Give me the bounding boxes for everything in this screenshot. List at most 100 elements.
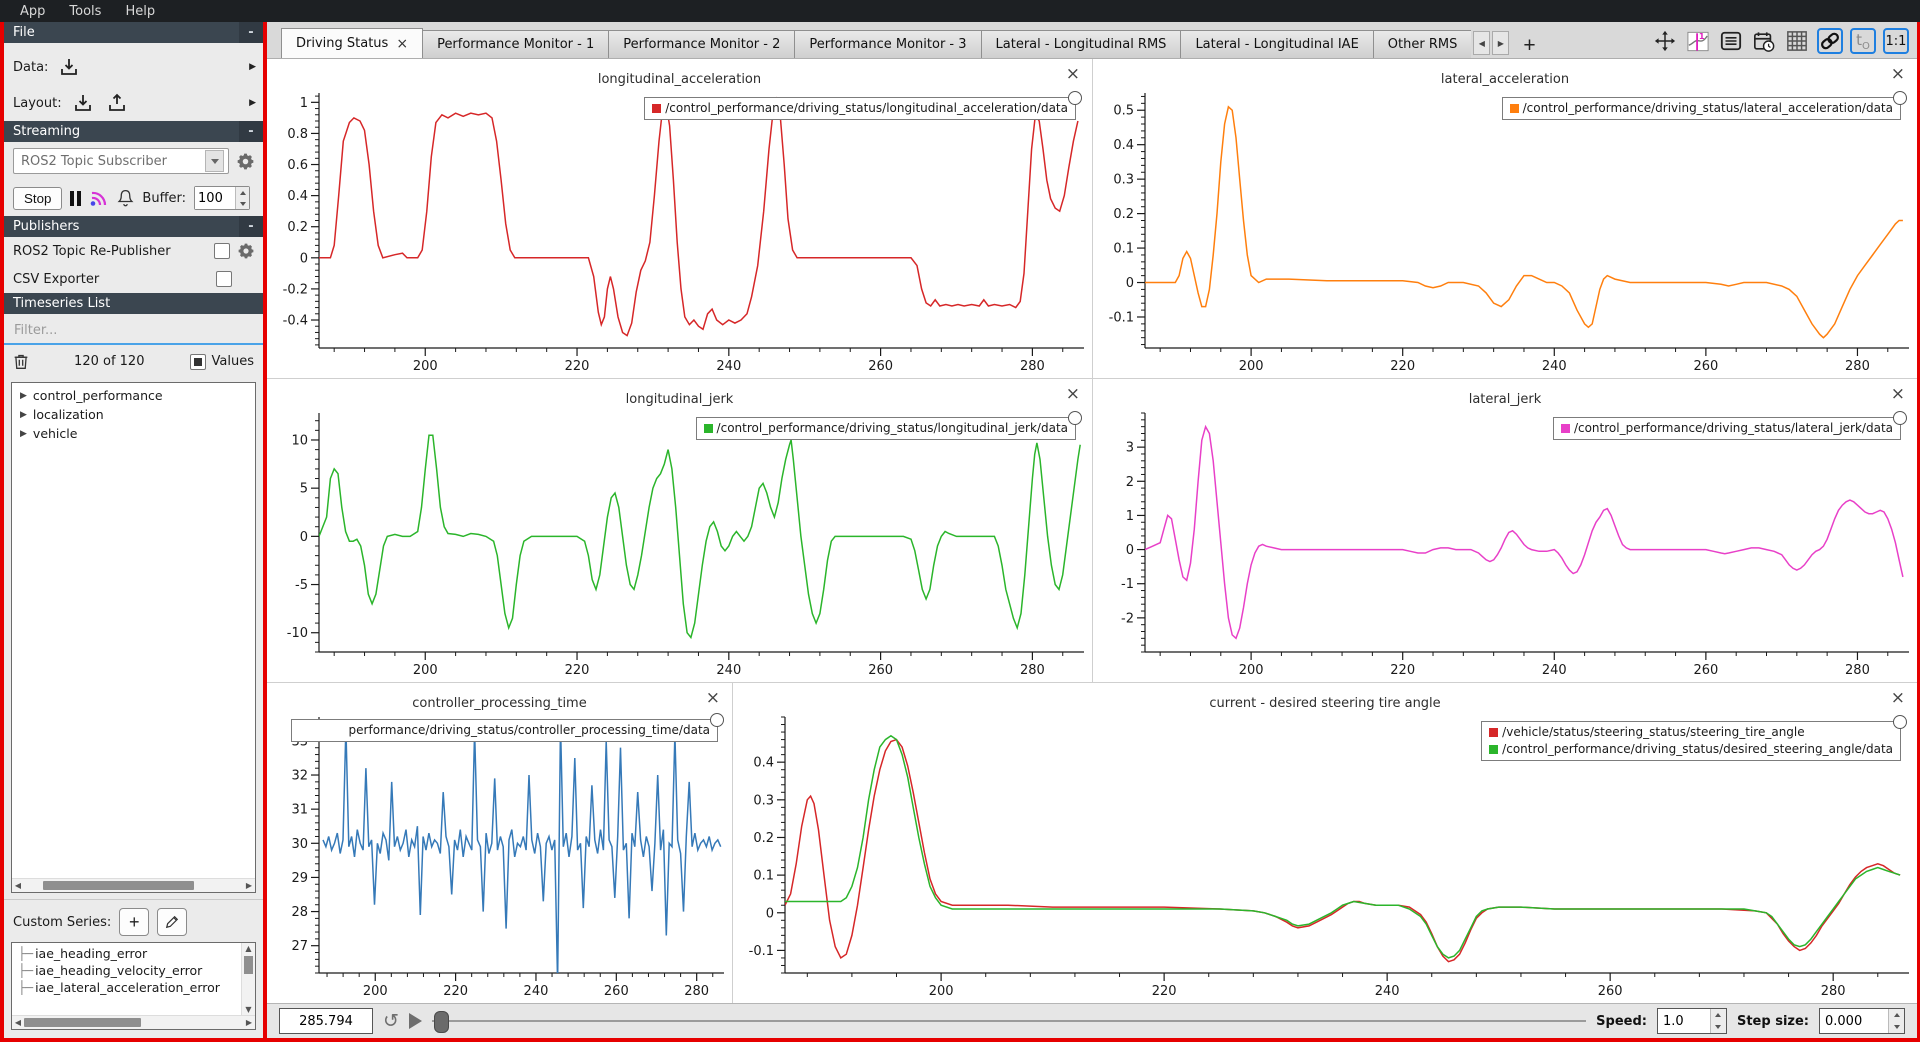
- republisher-gear-icon[interactable]: [238, 243, 254, 259]
- plot-close-icon[interactable]: ×: [1891, 387, 1905, 401]
- move-view-button[interactable]: [1652, 28, 1678, 54]
- tree-expand-icon[interactable]: ▶: [20, 429, 27, 439]
- tab-scroll-right-button[interactable]: ▶: [1492, 31, 1509, 55]
- buffer-spin-down[interactable]: [236, 198, 249, 209]
- tree-hscroll-thumb[interactable]: [43, 881, 194, 890]
- chart-canvas[interactable]: 2002202402602800.50.40.30.20.10-0.1: [1093, 87, 1917, 378]
- datetime-button[interactable]: [1751, 28, 1777, 54]
- plot-legend[interactable]: /control_performance/driving_status/late…: [1502, 97, 1901, 120]
- tab-scroll-left-button[interactable]: ◀: [1473, 31, 1490, 55]
- legend-entry[interactable]: /control_performance/driving_status/late…: [1561, 420, 1893, 437]
- custom-series-item[interactable]: ├─iae_heading_velocity_error: [18, 962, 255, 979]
- custom-series-hscrollbar[interactable]: ◀ ▶: [12, 1015, 255, 1029]
- streaming-source-select[interactable]: ROS2 Topic Subscriber: [13, 148, 229, 174]
- step-size-spinbox[interactable]: [1819, 1008, 1905, 1034]
- stop-button[interactable]: Stop: [13, 187, 62, 210]
- grid-layout-button[interactable]: [1784, 28, 1810, 54]
- edit-custom-series-button[interactable]: [157, 908, 187, 936]
- speed-spinbox[interactable]: [1657, 1008, 1727, 1034]
- custom-series-hscroll-thumb[interactable]: [24, 1018, 141, 1027]
- speed-input[interactable]: [1658, 1009, 1710, 1033]
- load-layout-button[interactable]: [70, 91, 96, 115]
- menu-app[interactable]: App: [10, 2, 55, 21]
- legend-toggle-icon[interactable]: [1893, 411, 1907, 425]
- time-offset-button[interactable]: tO: [1850, 28, 1876, 54]
- tree-expand-icon[interactable]: ▶: [20, 410, 27, 420]
- tab-lateral-longitudinal-iae[interactable]: Lateral - Longitudinal IAE: [1180, 30, 1373, 58]
- streaming-signal-icon[interactable]: [89, 189, 109, 207]
- chart-canvas[interactable]: 20022024026028033323130292827: [267, 711, 732, 1003]
- scroll-left-icon[interactable]: ◀: [12, 1017, 24, 1028]
- chart-canvas[interactable]: 2002202402602803210-1-2: [1093, 407, 1917, 682]
- legend-toggle-icon[interactable]: [1068, 91, 1082, 105]
- legend-entry[interactable]: /control_performance/driving_status/late…: [1510, 100, 1893, 117]
- add-custom-series-button[interactable]: +: [119, 908, 149, 936]
- save-layout-button[interactable]: [104, 91, 130, 115]
- notifications-bell-icon[interactable]: [117, 189, 134, 207]
- streaming-gear-icon[interactable]: [237, 153, 254, 170]
- menu-tools[interactable]: Tools: [59, 2, 111, 21]
- loop-icon[interactable]: ↺: [383, 1012, 399, 1030]
- tab-driving-status[interactable]: Driving Status ×: [281, 28, 423, 58]
- republisher-checkbox[interactable]: [214, 243, 230, 259]
- time-slider[interactable]: [432, 1010, 1586, 1032]
- plot-close-icon[interactable]: ×: [706, 691, 720, 705]
- legend-entry[interactable]: /control_performance/driving_status/long…: [704, 420, 1068, 437]
- legend-toggle-icon[interactable]: [1893, 715, 1907, 729]
- tree-item-localization[interactable]: ▶localization: [12, 405, 255, 424]
- step-spin-down[interactable]: [1889, 1021, 1904, 1033]
- chart-canvas[interactable]: 2002202402602801050-5-10: [267, 407, 1092, 682]
- buffer-input[interactable]: [195, 187, 235, 209]
- filter-input[interactable]: [4, 318, 263, 345]
- plot-legend[interactable]: /control_performance/driving_status/long…: [644, 97, 1076, 120]
- menu-help[interactable]: Help: [115, 2, 165, 21]
- legend-toggle-icon[interactable]: [1068, 411, 1082, 425]
- load-data-button[interactable]: [56, 55, 82, 79]
- step-spin-up[interactable]: [1889, 1009, 1904, 1021]
- legend-toggle-icon[interactable]: [1893, 91, 1907, 105]
- delete-series-trash-icon[interactable]: [13, 353, 29, 370]
- ratio-button[interactable]: 1:1: [1883, 28, 1909, 54]
- tab-lateral-longitudinal-rms[interactable]: Lateral - Longitudinal RMS: [981, 30, 1182, 58]
- collapse-streaming-button[interactable]: -: [239, 121, 263, 142]
- data-menu-arrow-icon[interactable]: ▶: [249, 62, 256, 72]
- tree-expand-icon[interactable]: ▶: [20, 391, 27, 401]
- values-checkbox[interactable]: [190, 354, 206, 370]
- chart-canvas[interactable]: 20022024026028010.80.60.40.20-0.2-0.4: [267, 87, 1092, 378]
- scroll-right-icon[interactable]: ▶: [243, 880, 255, 891]
- plot-legend[interactable]: performance/driving_status/controller_pr…: [291, 719, 718, 742]
- buffer-spin-up[interactable]: [236, 187, 249, 198]
- legend-entry[interactable]: /vehicle/status/steering_status/steering…: [1489, 724, 1893, 741]
- plot-style-button[interactable]: 1: [1685, 28, 1711, 54]
- custom-series-item[interactable]: ├─iae_heading_error: [18, 945, 255, 962]
- plot-close-icon[interactable]: ×: [1891, 691, 1905, 705]
- time-field[interactable]: [279, 1008, 373, 1034]
- tab-performance-monitor-2[interactable]: Performance Monitor - 2: [608, 30, 795, 58]
- plot-legend[interactable]: /vehicle/status/steering_status/steering…: [1481, 721, 1901, 761]
- custom-series-item[interactable]: ├─iae_lateral_acceleration_error: [18, 979, 255, 996]
- layout-menu-arrow-icon[interactable]: ▶: [249, 98, 256, 108]
- scroll-down-icon[interactable]: ▼: [243, 1004, 255, 1015]
- csv-exporter-checkbox[interactable]: [216, 271, 232, 287]
- tab-close-icon[interactable]: ×: [396, 36, 408, 52]
- tree-item-control-performance[interactable]: ▶control_performance: [12, 386, 255, 405]
- custom-series-vscroll-thumb[interactable]: [244, 956, 253, 974]
- slider-handle[interactable]: [434, 1011, 449, 1033]
- scroll-left-icon[interactable]: ◀: [12, 880, 24, 891]
- tab-performance-monitor-1[interactable]: Performance Monitor - 1: [422, 30, 609, 58]
- scroll-right-icon[interactable]: ▶: [243, 1017, 255, 1028]
- speed-spin-down[interactable]: [1711, 1021, 1726, 1033]
- legend-entry[interactable]: performance/driving_status/controller_pr…: [299, 722, 710, 739]
- legend-list-button[interactable]: [1718, 28, 1744, 54]
- play-button[interactable]: [409, 1013, 422, 1029]
- tree-item-vehicle[interactable]: ▶vehicle: [12, 424, 255, 443]
- plot-legend[interactable]: /control_performance/driving_status/late…: [1553, 417, 1901, 440]
- legend-toggle-icon[interactable]: [710, 713, 724, 727]
- collapse-file-button[interactable]: -: [239, 22, 263, 43]
- tab-performance-monitor-3[interactable]: Performance Monitor - 3: [794, 30, 981, 58]
- link-axes-button[interactable]: [1817, 28, 1843, 54]
- tree-horizontal-scrollbar[interactable]: ◀ ▶: [12, 878, 255, 892]
- plot-close-icon[interactable]: ×: [1066, 387, 1080, 401]
- scroll-up-icon[interactable]: ▲: [243, 943, 255, 954]
- legend-entry[interactable]: /control_performance/driving_status/long…: [652, 100, 1068, 117]
